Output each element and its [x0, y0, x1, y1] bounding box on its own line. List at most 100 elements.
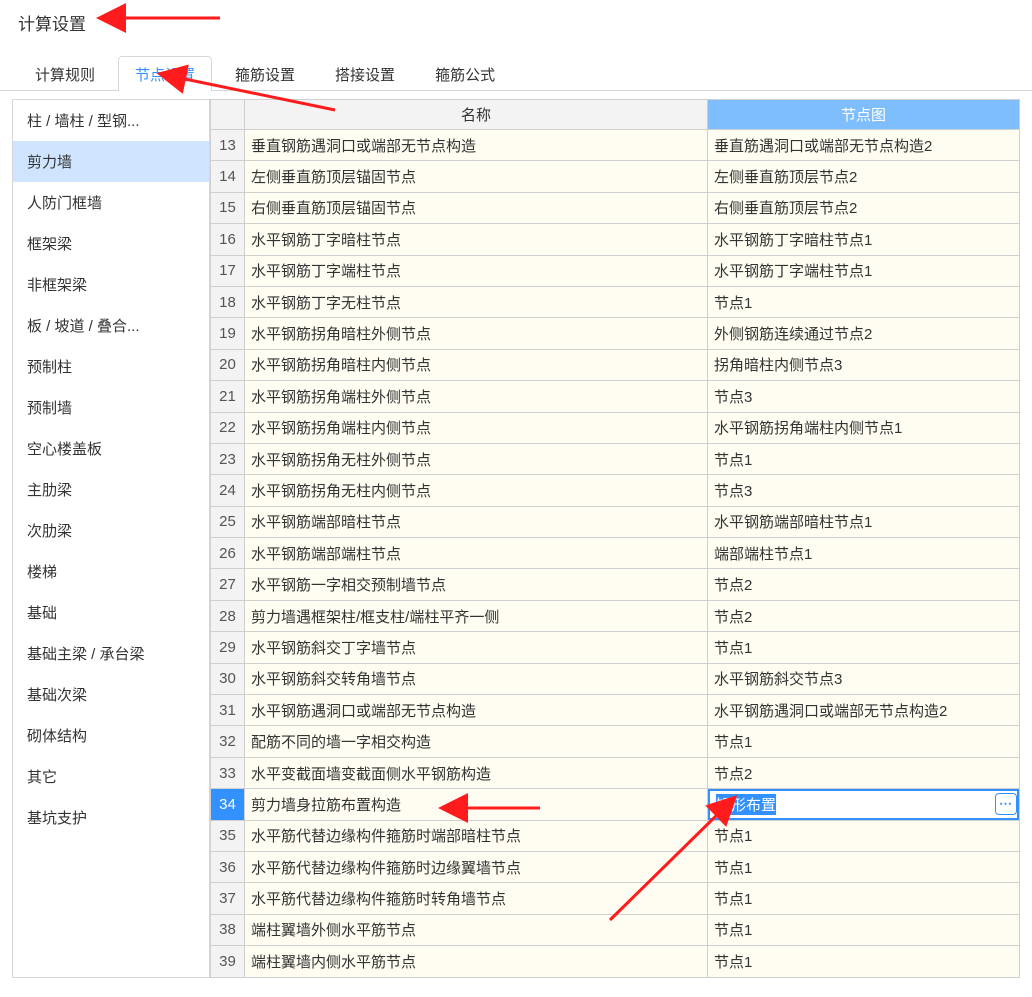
row-node[interactable]: 节点1 — [708, 726, 1020, 757]
row-name[interactable]: 垂直钢筋遇洞口或端部无节点构造 — [245, 130, 708, 161]
row-name[interactable]: 水平钢筋拐角端柱外侧节点 — [245, 381, 708, 412]
row-name[interactable]: 水平变截面墙变截面侧水平钢筋构造 — [245, 758, 708, 789]
table-row[interactable]: 15右侧垂直筋顶层锚固节点右侧垂直筋顶层节点2 — [211, 193, 1020, 224]
row-node[interactable]: 端部端柱节点1 — [708, 538, 1020, 569]
row-node[interactable]: 外侧钢筋连续通过节点2 — [708, 318, 1020, 349]
table-row[interactable]: 35水平筋代替边缘构件箍筋时端部暗柱节点节点1 — [211, 821, 1020, 852]
row-name[interactable]: 水平钢筋丁字无柱节点 — [245, 287, 708, 318]
row-name[interactable]: 水平钢筋丁字暗柱节点 — [245, 224, 708, 255]
table-row[interactable]: 21水平钢筋拐角端柱外侧节点节点3 — [211, 381, 1020, 412]
row-node[interactable]: 节点2 — [708, 569, 1020, 600]
table-row[interactable]: 37水平筋代替边缘构件箍筋时转角墙节点节点1 — [211, 883, 1020, 914]
table-row[interactable]: 29水平钢筋斜交丁字墙节点节点1 — [211, 632, 1020, 663]
row-node[interactable]: 节点2 — [708, 758, 1020, 789]
row-node[interactable]: 节点1 — [708, 444, 1020, 475]
table-row[interactable]: 36水平筋代替边缘构件箍筋时边缘翼墙节点节点1 — [211, 852, 1020, 883]
sidebar-item-3[interactable]: 框架梁 — [13, 223, 209, 264]
row-node[interactable]: 节点1 — [708, 946, 1020, 977]
sidebar-item-10[interactable]: 次肋梁 — [13, 510, 209, 551]
row-node[interactable]: 水平钢筋端部暗柱节点1 — [708, 507, 1020, 538]
row-node[interactable]: 节点2 — [708, 601, 1020, 632]
sidebar-item-15[interactable]: 砌体结构 — [13, 715, 209, 756]
table-row[interactable]: 24水平钢筋拐角无柱内侧节点节点3 — [211, 475, 1020, 506]
table-row[interactable]: 19水平钢筋拐角暗柱外侧节点外侧钢筋连续通过节点2 — [211, 318, 1020, 349]
row-name[interactable]: 右侧垂直筋顶层锚固节点 — [245, 193, 708, 224]
sidebar-item-11[interactable]: 楼梯 — [13, 551, 209, 592]
row-name[interactable]: 端柱翼墙外侧水平筋节点 — [245, 915, 708, 946]
row-name[interactable]: 端柱翼墙内侧水平筋节点 — [245, 946, 708, 977]
table-row[interactable]: 18水平钢筋丁字无柱节点节点1 — [211, 287, 1020, 318]
row-name[interactable]: 剪力墙身拉筋布置构造 — [245, 789, 708, 820]
table-row[interactable]: 34剪力墙身拉筋布置构造⋯ — [211, 789, 1020, 820]
sidebar-item-17[interactable]: 基坑支护 — [13, 797, 209, 838]
row-name[interactable]: 水平钢筋丁字端柱节点 — [245, 256, 708, 287]
row-node[interactable]: 节点1 — [708, 852, 1020, 883]
table-row[interactable]: 28剪力墙遇框架柱/框支柱/端柱平齐一侧节点2 — [211, 601, 1020, 632]
table-row[interactable]: 30水平钢筋斜交转角墙节点水平钢筋斜交节点3 — [211, 664, 1020, 695]
sidebar-item-7[interactable]: 预制墙 — [13, 387, 209, 428]
row-name[interactable]: 水平钢筋斜交转角墙节点 — [245, 664, 708, 695]
row-node[interactable]: 右侧垂直筋顶层节点2 — [708, 193, 1020, 224]
sidebar-item-9[interactable]: 主肋梁 — [13, 469, 209, 510]
tab-stirrup-settings[interactable]: 箍筋设置 — [218, 56, 312, 91]
row-node[interactable]: 节点1 — [708, 287, 1020, 318]
row-name[interactable]: 水平钢筋拐角暗柱外侧节点 — [245, 318, 708, 349]
table-row[interactable]: 32配筋不同的墙一字相交构造节点1 — [211, 726, 1020, 757]
ellipsis-icon[interactable]: ⋯ — [995, 793, 1017, 815]
row-node[interactable]: 水平钢筋丁字暗柱节点1 — [708, 224, 1020, 255]
row-name[interactable]: 水平钢筋斜交丁字墙节点 — [245, 632, 708, 663]
tab-stirrup-formula[interactable]: 箍筋公式 — [418, 56, 512, 91]
row-node[interactable]: 水平钢筋斜交节点3 — [708, 664, 1020, 695]
grid-header-name[interactable]: 名称 — [245, 100, 708, 130]
row-name[interactable]: 水平钢筋遇洞口或端部无节点构造 — [245, 695, 708, 726]
sidebar-item-14[interactable]: 基础次梁 — [13, 674, 209, 715]
row-node[interactable]: 水平钢筋丁字端柱节点1 — [708, 256, 1020, 287]
row-name[interactable]: 水平筋代替边缘构件箍筋时边缘翼墙节点 — [245, 852, 708, 883]
row-name[interactable]: 水平筋代替边缘构件箍筋时端部暗柱节点 — [245, 821, 708, 852]
row-node[interactable]: 节点3 — [708, 475, 1020, 506]
sidebar-item-4[interactable]: 非框架梁 — [13, 264, 209, 305]
table-row[interactable]: 13垂直钢筋遇洞口或端部无节点构造垂直筋遇洞口或端部无节点构造2 — [211, 130, 1020, 161]
table-row[interactable]: 17水平钢筋丁字端柱节点水平钢筋丁字端柱节点1 — [211, 256, 1020, 287]
sidebar-item-6[interactable]: 预制柱 — [13, 346, 209, 387]
row-node[interactable]: 节点1 — [708, 821, 1020, 852]
tab-calc-rules[interactable]: 计算规则 — [18, 56, 112, 91]
row-name[interactable]: 水平钢筋拐角无柱内侧节点 — [245, 475, 708, 506]
tab-lap-settings[interactable]: 搭接设置 — [318, 56, 412, 91]
sidebar-item-12[interactable]: 基础 — [13, 592, 209, 633]
row-node[interactable]: 节点3 — [708, 381, 1020, 412]
table-row[interactable]: 31水平钢筋遇洞口或端部无节点构造水平钢筋遇洞口或端部无节点构造2 — [211, 695, 1020, 726]
tab-node-settings[interactable]: 节点设置 — [118, 56, 212, 91]
row-name[interactable]: 水平钢筋一字相交预制墙节点 — [245, 569, 708, 600]
row-name[interactable]: 水平钢筋拐角无柱外侧节点 — [245, 444, 708, 475]
table-row[interactable]: 26水平钢筋端部端柱节点端部端柱节点1 — [211, 538, 1020, 569]
table-row[interactable]: 23水平钢筋拐角无柱外侧节点节点1 — [211, 444, 1020, 475]
row-name[interactable]: 水平钢筋拐角端柱内侧节点 — [245, 413, 708, 444]
sidebar-item-13[interactable]: 基础主梁 / 承台梁 — [13, 633, 209, 674]
row-name[interactable]: 水平钢筋拐角暗柱内侧节点 — [245, 350, 708, 381]
row-node[interactable]: 水平钢筋遇洞口或端部无节点构造2 — [708, 695, 1020, 726]
row-node[interactable]: ⋯ — [708, 789, 1020, 820]
row-node[interactable]: 节点1 — [708, 915, 1020, 946]
table-row[interactable]: 14左侧垂直筋顶层锚固节点左侧垂直筋顶层节点2 — [211, 161, 1020, 192]
row-name[interactable]: 水平筋代替边缘构件箍筋时转角墙节点 — [245, 883, 708, 914]
sidebar-item-1[interactable]: 剪力墙 — [13, 141, 209, 182]
table-row[interactable]: 16水平钢筋丁字暗柱节点水平钢筋丁字暗柱节点1 — [211, 224, 1020, 255]
node-value-input[interactable] — [708, 789, 1019, 819]
table-row[interactable]: 25水平钢筋端部暗柱节点水平钢筋端部暗柱节点1 — [211, 507, 1020, 538]
grid-header-node[interactable]: 节点图 — [708, 100, 1020, 130]
row-node[interactable]: 水平钢筋拐角端柱内侧节点1 — [708, 413, 1020, 444]
sidebar-item-8[interactable]: 空心楼盖板 — [13, 428, 209, 469]
table-row[interactable]: 38端柱翼墙外侧水平筋节点节点1 — [211, 915, 1020, 946]
row-node[interactable]: 左侧垂直筋顶层节点2 — [708, 161, 1020, 192]
table-row[interactable]: 39端柱翼墙内侧水平筋节点节点1 — [211, 946, 1020, 977]
row-name[interactable]: 水平钢筋端部暗柱节点 — [245, 507, 708, 538]
row-node[interactable]: 节点1 — [708, 883, 1020, 914]
row-node[interactable]: 垂直筋遇洞口或端部无节点构造2 — [708, 130, 1020, 161]
sidebar-item-0[interactable]: 柱 / 墙柱 / 型钢... — [13, 100, 209, 141]
row-node[interactable]: 节点1 — [708, 632, 1020, 663]
row-name[interactable]: 剪力墙遇框架柱/框支柱/端柱平齐一侧 — [245, 601, 708, 632]
sidebar-item-2[interactable]: 人防门框墙 — [13, 182, 209, 223]
row-name[interactable]: 左侧垂直筋顶层锚固节点 — [245, 161, 708, 192]
row-name[interactable]: 配筋不同的墙一字相交构造 — [245, 726, 708, 757]
